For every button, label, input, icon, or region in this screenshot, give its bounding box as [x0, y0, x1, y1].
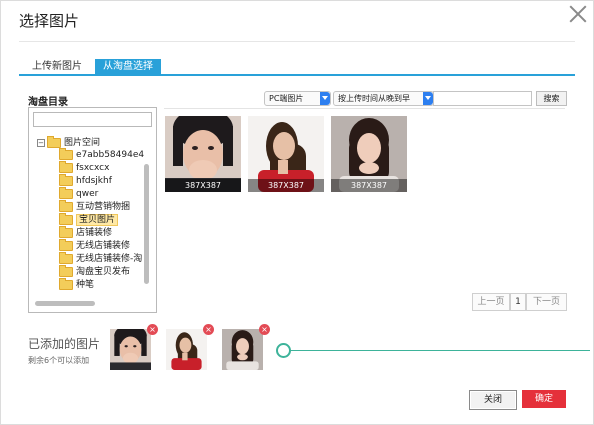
tree-item-label: e7abb58494e4: [76, 150, 145, 160]
folder-icon: [59, 277, 73, 290]
folder-icon: [59, 212, 73, 225]
page-number[interactable]: 1: [510, 293, 526, 311]
prev-page-button[interactable]: 上一页: [472, 293, 510, 311]
collapse-icon[interactable]: −: [37, 138, 45, 147]
image-thumbnail[interactable]: 387X387: [165, 116, 241, 192]
image-size-caption: 387X387: [248, 179, 324, 192]
tree-item[interactable]: 淘盘宝贝发布: [59, 264, 131, 279]
remove-image-icon[interactable]: ×: [203, 324, 214, 335]
tree-item[interactable]: 互动营销物捆: [59, 199, 131, 214]
title-divider: [19, 41, 575, 42]
folder-icon: [59, 225, 73, 238]
tree-item-label: 无线店铺装修-淘: [76, 254, 143, 264]
folder-icon: [47, 135, 61, 148]
image-size-caption: 387X387: [331, 179, 407, 192]
tree-item-label: 互动营销物捆: [76, 202, 131, 212]
confirm-button[interactable]: 确定: [522, 390, 566, 408]
tree-item[interactable]: fsxcxcx: [59, 160, 110, 175]
folder-icon: [59, 160, 73, 173]
photo-woman-hand-chin: [222, 329, 263, 370]
tree-item[interactable]: 无线店铺装修-淘: [59, 251, 143, 266]
tree-item-label: 淘盘宝贝发布: [76, 267, 131, 277]
tree-item-label: hfdsjkhf: [76, 176, 112, 186]
tree-search-input[interactable]: [33, 112, 152, 127]
folder-icon: [59, 147, 73, 160]
next-page-button[interactable]: 下一页: [526, 293, 567, 311]
image-size-caption: 387X387: [165, 179, 241, 192]
tab-upload-new[interactable]: 上传新图片: [28, 59, 86, 75]
tree-vertical-scrollbar[interactable]: [144, 164, 149, 284]
source-select-value: PC端图片: [269, 94, 304, 103]
tree-item-label: fsxcxcx: [76, 163, 110, 173]
tree-item[interactable]: 无线店铺装修: [59, 238, 131, 253]
tree-root-label: 图片空间: [64, 138, 101, 148]
tree-item-label: 种笔: [76, 280, 95, 290]
folder-icon: [59, 264, 73, 277]
image-thumbnail[interactable]: 387X387: [248, 116, 324, 192]
added-image: [110, 329, 151, 370]
photo-woman-red-top: [166, 329, 207, 370]
sort-select-value: 按上传时间从晚到早: [338, 94, 410, 103]
folder-icon: [59, 186, 73, 199]
folder-tree: − 图片空间 e7abb58494e4 fsxcxcx hfdsjkhf qwer…: [28, 107, 157, 313]
slider-handle[interactable]: [276, 343, 291, 358]
tree-item[interactable]: 店铺装修: [59, 225, 113, 240]
tree-item-label: 宝贝图片: [76, 214, 119, 226]
image-thumbnail[interactable]: 387X387: [331, 116, 407, 192]
tab-choose-from-taopan[interactable]: 从淘盘选择: [95, 59, 161, 75]
search-button[interactable]: 搜索: [536, 91, 567, 106]
slider-track[interactable]: [290, 350, 590, 351]
folder-icon: [59, 251, 73, 264]
tree-root[interactable]: − 图片空间: [37, 135, 101, 149]
added-images-remaining: 剩余6个可以添加: [28, 356, 90, 365]
select-arrow-icon: [423, 92, 433, 105]
directory-label: 淘盘目录: [28, 97, 68, 108]
tree-item-label: qwer: [76, 189, 99, 199]
source-select[interactable]: PC端图片: [264, 91, 331, 106]
added-images-title: 已添加的图片: [28, 337, 101, 351]
tree-item-label: 店铺装修: [76, 228, 113, 238]
added-image: [222, 329, 263, 370]
folder-icon: [59, 238, 73, 251]
folder-icon: [59, 173, 73, 186]
tab-underline: [19, 74, 575, 76]
tree-item[interactable]: 种笔: [59, 277, 95, 292]
tree-item-selected[interactable]: 宝贝图片: [59, 212, 119, 227]
sort-select[interactable]: 按上传时间从晚到早: [333, 91, 434, 106]
close-icon[interactable]: [567, 3, 589, 25]
tree-horizontal-scrollbar[interactable]: [35, 301, 95, 306]
select-arrow-icon: [320, 92, 330, 105]
image-select-dialog: 选择图片 上传新图片 从淘盘选择 淘盘目录 − 图片空间 e7abb58494e4…: [0, 0, 594, 425]
gallery-divider: [164, 108, 565, 109]
remove-image-icon[interactable]: ×: [259, 324, 270, 335]
folder-icon: [59, 199, 73, 212]
photo-woman-hands-on-face: [110, 329, 151, 370]
remove-image-icon[interactable]: ×: [147, 324, 158, 335]
close-button[interactable]: 关闭: [469, 390, 517, 410]
tree-item-label: 无线店铺装修: [76, 241, 131, 251]
dialog-title: 选择图片: [19, 12, 80, 30]
added-image: [166, 329, 207, 370]
tree-item[interactable]: e7abb58494e4: [59, 147, 145, 162]
tree-item[interactable]: hfdsjkhf: [59, 173, 112, 188]
search-input[interactable]: [433, 91, 532, 106]
